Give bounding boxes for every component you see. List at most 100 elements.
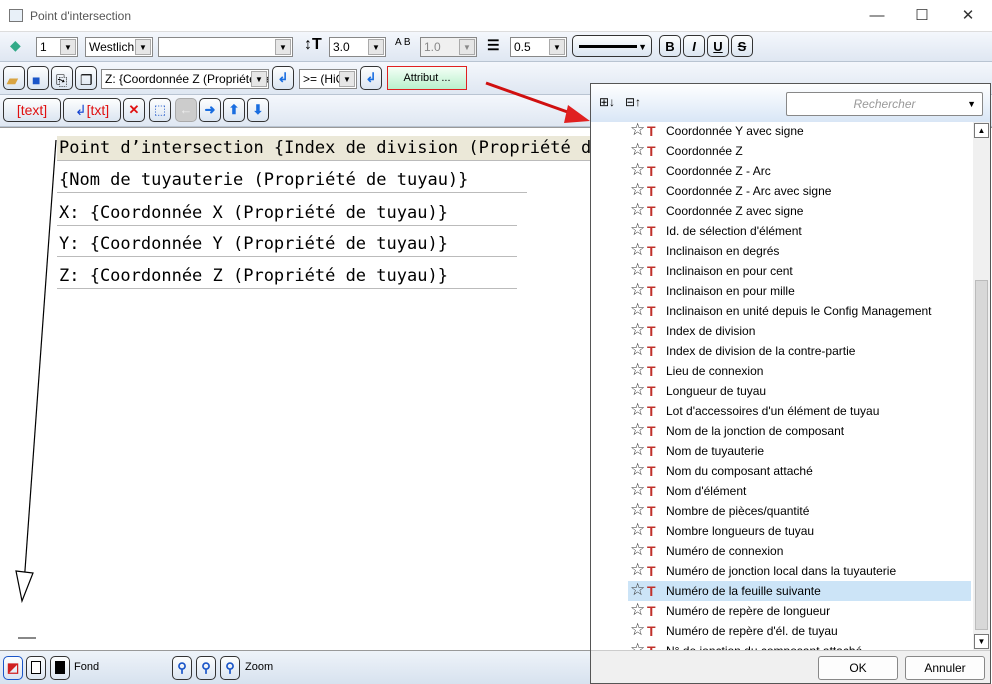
- insert-operator-button[interactable]: ↲: [360, 66, 382, 90]
- minimize-button[interactable]: —: [862, 6, 892, 26]
- insert-attribute-button[interactable]: ↲: [272, 66, 294, 90]
- list-item[interactable]: ☆ T Index de division: [628, 320, 971, 341]
- star-icon[interactable]: ☆: [630, 160, 645, 180]
- star-icon[interactable]: ☆: [630, 340, 645, 360]
- list-item[interactable]: ☆ T Inclinaison en pour cent: [628, 260, 971, 281]
- cancel-button[interactable]: Annuler: [905, 656, 985, 680]
- list-item[interactable]: ☆ T Numéro de repère d'él. de tuyau: [628, 620, 971, 641]
- scrollbar[interactable]: ▲ ▼: [973, 122, 990, 650]
- line-spacing-combo[interactable]: 0.5 ▼: [510, 37, 567, 57]
- list-item[interactable]: ☆ T Id. de sélection d'élément: [628, 220, 971, 241]
- bold-button[interactable]: B: [659, 35, 681, 57]
- font-combo[interactable]: Westlich ▼: [85, 37, 153, 57]
- scroll-thumb[interactable]: [975, 280, 988, 630]
- list-item[interactable]: ☆ T Inclinaison en degrés: [628, 240, 971, 261]
- star-icon[interactable]: ☆: [630, 200, 645, 220]
- scroll-down-button[interactable]: ▼: [974, 634, 989, 649]
- star-icon[interactable]: ☆: [630, 540, 645, 560]
- save-button[interactable]: ■: [27, 66, 49, 90]
- layer-combo[interactable]: 1 ▼: [36, 37, 78, 57]
- maximize-button[interactable]: ☐: [907, 6, 937, 26]
- star-icon[interactable]: ☆: [630, 580, 645, 600]
- star-icon[interactable]: ☆: [630, 122, 645, 140]
- star-icon[interactable]: ☆: [630, 440, 645, 460]
- star-icon[interactable]: ☆: [630, 600, 645, 620]
- strikethrough-button[interactable]: S: [731, 35, 753, 57]
- up-button[interactable]: ⬆: [223, 98, 245, 122]
- star-icon[interactable]: ☆: [630, 280, 645, 300]
- star-icon[interactable]: ☆: [630, 140, 645, 160]
- paste-button[interactable]: ⎘: [51, 66, 73, 90]
- star-icon[interactable]: ☆: [630, 520, 645, 540]
- list-item[interactable]: ☆ T Numéro de jonction local dans la tuyau…: [628, 560, 971, 581]
- underline-button[interactable]: U: [707, 35, 729, 57]
- star-icon[interactable]: ☆: [630, 480, 645, 500]
- list-item[interactable]: ☆ T Nom de tuyauterie: [628, 440, 971, 461]
- list-item[interactable]: ☆ T Nombre longueurs de tuyau: [628, 520, 971, 541]
- operator-combo[interactable]: >= (HiC ▼: [299, 69, 357, 89]
- list-item[interactable]: ☆ T Nom du composant attaché: [628, 460, 971, 481]
- list-item[interactable]: ☆ T Coordonnée Z - Arc avec signe: [628, 180, 971, 201]
- copy-button[interactable]: ❐: [75, 66, 97, 90]
- attribute-combo[interactable]: Z: {Coordonnée Z (Propriété de tuyau)}▼: [101, 69, 269, 89]
- line-style-combo[interactable]: ▼: [572, 35, 652, 57]
- delete-button[interactable]: ✕: [123, 98, 145, 122]
- list-item[interactable]: ☆ T Index de division de la contre-partie: [628, 340, 971, 361]
- pick-color-button[interactable]: ◩: [3, 656, 23, 680]
- list-item[interactable]: ☆ T Numéro de connexion: [628, 540, 971, 561]
- star-icon[interactable]: ☆: [630, 180, 645, 200]
- star-icon[interactable]: ☆: [630, 620, 645, 640]
- insert-text-button[interactable]: [text]: [3, 98, 61, 122]
- select-button[interactable]: ⬚: [149, 98, 171, 122]
- right-button[interactable]: ➜: [199, 98, 221, 122]
- zoom-out-button[interactable]: ⚲: [196, 656, 216, 680]
- star-icon[interactable]: ☆: [630, 240, 645, 260]
- list-item[interactable]: ☆ T Numéro de repère de longueur: [628, 600, 971, 621]
- attribut-button[interactable]: Attribut ...: [387, 66, 467, 90]
- list-item[interactable]: ☆ T Longueur de tuyau: [628, 380, 971, 401]
- star-icon[interactable]: ☆: [630, 640, 645, 650]
- open-button[interactable]: ▰: [3, 66, 25, 90]
- list-item[interactable]: ☆ T Numéro de la feuille suivante: [628, 580, 971, 601]
- expand-all-icon[interactable]: ⊞↓: [599, 95, 615, 109]
- star-icon[interactable]: ☆: [630, 460, 645, 480]
- style-combo[interactable]: ▼: [158, 37, 293, 57]
- star-icon[interactable]: ☆: [630, 300, 645, 320]
- list-item[interactable]: ☆ T Lieu de connexion: [628, 360, 971, 381]
- list-item[interactable]: ☆T N° de jonction du composant attaché: [628, 640, 971, 650]
- list-item[interactable]: ☆ T Coordonnée Z: [628, 140, 971, 161]
- text-width-combo[interactable]: 1.0 ▼: [420, 37, 477, 57]
- list-item[interactable]: ☆ T Nombre de pièces/quantité: [628, 500, 971, 521]
- list-item[interactable]: ☆ T Inclinaison en pour mille: [628, 280, 971, 301]
- star-icon[interactable]: ☆: [630, 420, 645, 440]
- text-height-combo[interactable]: 3.0 ▼: [329, 37, 386, 57]
- list-item[interactable]: ☆ T Coordonnée Z - Arc: [628, 160, 971, 181]
- star-icon[interactable]: ☆: [630, 500, 645, 520]
- list-item[interactable]: ☆ T Coordonnée Z avec signe: [628, 200, 971, 221]
- zoom-fit-button[interactable]: ⚲: [220, 656, 240, 680]
- white-background-button[interactable]: [26, 656, 46, 680]
- list-item[interactable]: ☆ T Nom d'élément: [628, 480, 971, 501]
- star-icon[interactable]: ☆: [630, 560, 645, 580]
- star-icon[interactable]: ☆: [630, 400, 645, 420]
- insert-line-text-button[interactable]: ↲[txt]: [63, 98, 121, 122]
- star-icon[interactable]: ☆: [630, 220, 645, 240]
- star-icon[interactable]: ☆: [630, 380, 645, 400]
- list-item[interactable]: ☆ T Inclinaison en unité depuis le Config …: [628, 300, 971, 321]
- ok-button[interactable]: OK: [818, 656, 898, 680]
- black-background-button[interactable]: [50, 656, 70, 680]
- list-item[interactable]: ☆ T Nom de la jonction de composant: [628, 420, 971, 441]
- layers-icon[interactable]: ◆: [10, 37, 21, 54]
- chevron-down-icon[interactable]: ▼: [967, 93, 976, 115]
- italic-button[interactable]: I: [683, 35, 705, 57]
- scroll-up-button[interactable]: ▲: [974, 123, 989, 138]
- star-icon[interactable]: ☆: [630, 360, 645, 380]
- close-button[interactable]: ✕: [953, 6, 983, 26]
- down-button[interactable]: ⬇: [247, 98, 269, 122]
- collapse-all-icon[interactable]: ⊟↑: [625, 95, 641, 109]
- list-item[interactable]: ☆ T Lot d'accessoires d'un élément de tuya…: [628, 400, 971, 421]
- search-input[interactable]: Rechercher ▼: [786, 92, 983, 116]
- left-button[interactable]: ←: [175, 98, 197, 122]
- list-item[interactable]: ☆ T Coordonnée Y avec signe: [628, 122, 971, 141]
- star-icon[interactable]: ☆: [630, 260, 645, 280]
